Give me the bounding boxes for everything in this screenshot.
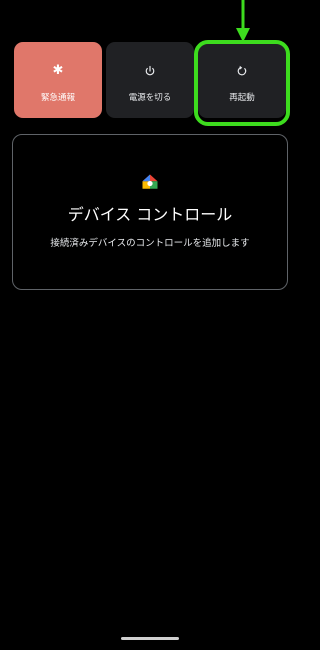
asterisk-icon: ✱ (52, 63, 64, 78)
power-icon (143, 64, 157, 78)
power-off-label: 電源を切る (128, 93, 172, 103)
device-controls-subtitle: 接続済みデバイスのコントロールを追加します (50, 238, 250, 249)
annotation-arrow-icon (236, 0, 250, 42)
device-controls-title: デバイス コントロール (67, 205, 233, 224)
emergency-call-label: 緊急通報 (40, 93, 75, 103)
google-home-icon (142, 174, 158, 189)
navigation-handle[interactable] (121, 637, 179, 640)
restart-highlight-frame (194, 40, 290, 126)
emergency-call-button[interactable]: ✱ 緊急通報 (14, 42, 102, 118)
power-off-button[interactable]: 電源を切る (106, 42, 194, 118)
device-controls-card[interactable]: デバイス コントロール 接続済みデバイスのコントロールを追加します (12, 134, 288, 290)
